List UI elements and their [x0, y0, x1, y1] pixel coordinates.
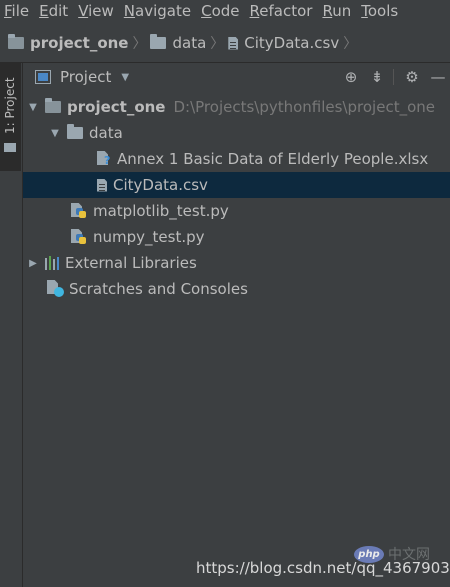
tree-row-py-file[interactable]: matplotlib_test.py — [23, 198, 450, 224]
expand-arrow-icon[interactable]: ▼ — [27, 102, 39, 113]
chevron-right-icon: 〉 — [210, 36, 225, 52]
project-tool-tab-label: 1: Project — [3, 77, 17, 135]
tree-row-file[interactable]: ? Annex 1 Basic Data of Elderly People.x… — [23, 146, 450, 172]
menu-file[interactable]: File — [0, 2, 35, 20]
tool-window-strip: 1: Project — [0, 63, 23, 587]
tree-root-label: project_one — [67, 98, 166, 116]
project-tool-tab[interactable]: 1: Project — [0, 63, 21, 171]
tree-row-external-libraries[interactable]: ▶ External Libraries — [23, 250, 450, 276]
menu-tools[interactable]: Tools — [357, 2, 404, 20]
tree-file-label: numpy_test.py — [93, 228, 205, 246]
breadcrumb-file-label: CityData.csv — [244, 34, 340, 52]
tree-file-label: CityData.csv — [113, 176, 208, 194]
tree-row-py-file[interactable]: numpy_test.py — [23, 224, 450, 250]
menu-navigate[interactable]: Navigate — [120, 2, 197, 20]
tree-file-label: Annex 1 Basic Data of Elderly People.xls… — [117, 150, 429, 168]
scratches-icon — [47, 280, 65, 298]
breadcrumb-folder-label: data — [172, 34, 207, 52]
menu-edit[interactable]: Edit — [35, 2, 74, 20]
menu-run[interactable]: Run — [318, 2, 357, 20]
hide-icon[interactable]: — — [426, 65, 450, 89]
menu-view[interactable]: View — [74, 2, 120, 20]
project-tree: ▼ project_one D:\Projects\pythonfiles\pr… — [23, 94, 450, 302]
tree-row-file-selected[interactable]: CityData.csv — [23, 172, 450, 198]
unknown-file-icon: ? — [97, 151, 113, 167]
chevron-right-icon: 〉 — [132, 36, 147, 52]
watermark-url: https://blog.csdn.net/qq_43679030 — [196, 559, 450, 577]
folder-icon — [45, 98, 61, 113]
breadcrumb-project-label: project_one — [30, 34, 129, 52]
folder-icon — [8, 34, 24, 49]
breadcrumb-file[interactable]: CityData.csv — [228, 34, 339, 52]
tree-row-root[interactable]: ▼ project_one D:\Projects\pythonfiles\pr… — [23, 94, 450, 120]
locate-icon[interactable]: ⊕ — [339, 65, 363, 89]
chevron-down-icon[interactable]: ▼ — [121, 72, 129, 83]
breadcrumb-project[interactable]: project_one — [8, 34, 128, 52]
collapse-all-icon[interactable]: ⇟ — [365, 65, 389, 89]
expand-arrow-icon[interactable]: ▶ — [27, 258, 39, 269]
tree-root-path: D:\Projects\pythonfiles\project_one — [173, 98, 435, 116]
tree-folder-label: data — [89, 124, 123, 142]
tree-row-data-folder[interactable]: ▼ data — [23, 120, 450, 146]
folder-icon — [67, 124, 83, 139]
csv-file-icon — [97, 178, 107, 192]
python-file-icon — [71, 203, 87, 219]
expand-arrow-icon[interactable]: ▼ — [49, 128, 61, 139]
library-icon — [45, 256, 61, 270]
menu-refactor[interactable]: Refactor — [246, 2, 319, 20]
file-icon — [228, 36, 239, 50]
panel-toolbar: ⊕ ⇟ ⚙ — — [337, 63, 450, 91]
tree-external-libraries-label: External Libraries — [65, 254, 197, 272]
tree-file-label: matplotlib_test.py — [93, 202, 229, 220]
breadcrumb: project_one 〉 data 〉 CityData.csv 〉 — [0, 24, 450, 63]
toolbar-divider — [393, 69, 394, 85]
project-panel-header: Project ▼ ⊕ ⇟ ⚙ — — [23, 63, 450, 91]
menu-code[interactable]: Code — [197, 2, 245, 20]
project-window-icon — [35, 70, 51, 84]
folder-icon — [150, 34, 167, 49]
panel-title[interactable]: Project — [60, 68, 111, 86]
menu-bar: File Edit View Navigate Code Refactor Ru… — [0, 0, 450, 22]
breadcrumb-folder[interactable]: data — [150, 34, 206, 52]
chevron-right-icon: 〉 — [343, 36, 358, 52]
tree-scratches-label: Scratches and Consoles — [69, 280, 248, 298]
folder-icon — [4, 143, 16, 152]
tree-row-scratches[interactable]: Scratches and Consoles — [23, 276, 450, 302]
python-file-icon — [71, 229, 87, 245]
settings-icon[interactable]: ⚙ — [400, 65, 424, 89]
